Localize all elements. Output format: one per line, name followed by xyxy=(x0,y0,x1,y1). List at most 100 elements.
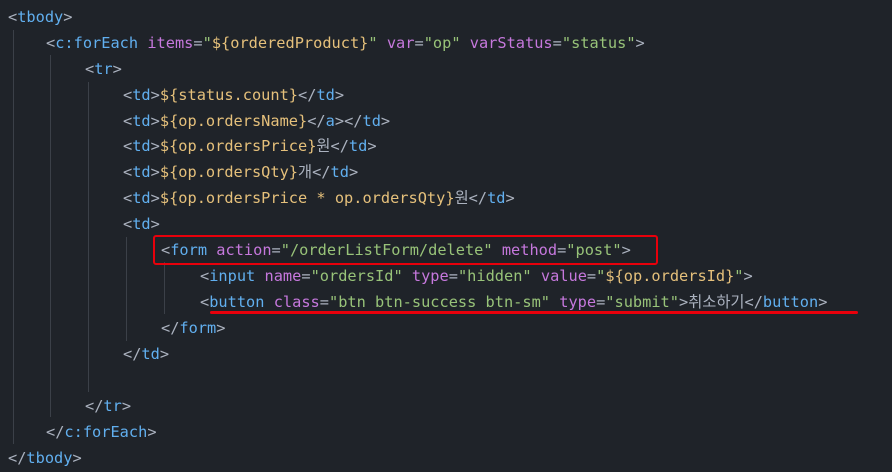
code-token-punct: > xyxy=(112,60,122,78)
code-token-tag: tr xyxy=(103,397,122,415)
code-token-punct: > xyxy=(367,137,377,155)
code-token-punct xyxy=(550,293,559,311)
code-token-str: "op" xyxy=(423,34,461,52)
code-token-tag: a xyxy=(325,112,335,130)
code-token-punct: </ xyxy=(46,423,65,441)
code-line[interactable]: <td>${op.ordersQty}개</td> xyxy=(123,159,358,185)
code-token-tag: td xyxy=(487,189,506,207)
code-token-punct xyxy=(255,267,264,285)
code-token-punct: > xyxy=(150,163,160,181)
code-line[interactable]: </tbody> xyxy=(8,445,82,471)
code-token-str: "hidden" xyxy=(457,267,532,285)
code-token-expr: ${orderedProduct} xyxy=(211,34,369,52)
code-token-punct: = xyxy=(193,34,203,52)
code-line[interactable]: <tr> xyxy=(85,56,122,82)
code-token-tag: td xyxy=(141,345,160,363)
code-token-punct: = xyxy=(319,293,329,311)
code-token-punct: < xyxy=(200,293,210,311)
code-token-punct: > xyxy=(72,449,82,467)
code-line[interactable]: </c:forEach> xyxy=(46,419,157,445)
code-token-tag: td xyxy=(362,112,381,130)
code-token-punct: > xyxy=(334,86,345,104)
code-token-expr: ${op.ordersPrice} xyxy=(159,137,317,155)
code-line[interactable]: <td>${op.ordersPrice}원</td> xyxy=(123,133,377,159)
code-token-attr: items xyxy=(147,34,194,52)
code-token-attr: class xyxy=(273,293,320,311)
code-token-punct: < xyxy=(123,112,133,130)
code-token-punct: </ xyxy=(85,397,104,415)
code-token-punct: > xyxy=(150,86,160,104)
code-token-punct: > xyxy=(159,345,170,363)
code-token-punct: > xyxy=(348,163,359,181)
code-token-punct: = xyxy=(414,34,424,52)
code-line[interactable]: <td>${op.ordersPrice * op.ordersQty}원</t… xyxy=(123,185,515,211)
code-token-punct: = xyxy=(552,34,562,52)
code-line[interactable]: </tr> xyxy=(85,393,131,419)
code-token-punct: > xyxy=(147,423,157,441)
code-token-attr: type xyxy=(559,293,597,311)
code-token-str: "ordersId" xyxy=(310,267,403,285)
code-token-tag: td xyxy=(348,137,368,155)
code-token-punct: </ xyxy=(330,137,349,155)
code-token-punct: < xyxy=(8,8,18,26)
code-token-punct: </ xyxy=(298,86,317,104)
code-token-tag: td xyxy=(132,189,151,207)
code-token-attr: name xyxy=(264,267,302,285)
code-token-punct: > xyxy=(635,34,645,52)
indent-guide xyxy=(88,82,89,392)
code-token-expr: ${status.count} xyxy=(159,86,299,104)
code-token-punct: </ xyxy=(307,112,326,130)
code-token-attr: varStatus xyxy=(469,34,553,52)
code-line[interactable]: <tbody> xyxy=(8,4,73,30)
code-token-punct xyxy=(138,34,147,52)
code-token-tag: button xyxy=(762,293,819,311)
code-token-expr: ${op.ordersPrice * op.ordersQty} xyxy=(159,189,455,207)
code-token-tag: tbody xyxy=(26,449,73,467)
code-token-punct: = xyxy=(586,267,597,285)
code-token-tag: tr xyxy=(94,60,113,78)
code-token-punct: < xyxy=(46,34,56,52)
code-line[interactable]: <td> xyxy=(123,211,160,237)
code-token-punct: > xyxy=(150,215,160,233)
code-token-str: " xyxy=(596,267,606,285)
code-token-tag: c:forEach xyxy=(55,34,139,52)
code-line[interactable]: <input name="ordersId" type="hidden" val… xyxy=(200,263,753,289)
code-token-tag: tbody xyxy=(17,8,64,26)
code-token-punct: > xyxy=(63,8,73,26)
code-token-punct: > xyxy=(380,112,391,130)
code-line[interactable]: </form> xyxy=(161,315,225,341)
code-token-punct: ></ xyxy=(334,112,363,130)
code-token-text: 원 xyxy=(454,189,469,207)
code-token-attr: var xyxy=(386,34,415,52)
code-token-punct: = xyxy=(596,293,606,311)
code-token-punct: < xyxy=(123,86,133,104)
code-editor[interactable]: <tbody> <c:forEach items="${orderedProdu… xyxy=(0,0,892,472)
code-token-expr: ${op.ordersQty} xyxy=(159,163,299,181)
code-line[interactable]: </td> xyxy=(123,341,169,367)
code-token-tag: form xyxy=(179,319,217,337)
code-token-str: " xyxy=(368,34,378,52)
indent-guide xyxy=(50,55,51,417)
code-token-str: " xyxy=(734,267,744,285)
code-token-punct: > xyxy=(216,319,226,337)
code-line[interactable]: <td>${status.count}</td> xyxy=(123,82,344,108)
code-line[interactable]: <td>${op.ordersName}</a></td> xyxy=(123,108,390,134)
code-token-punct: = xyxy=(301,267,311,285)
form-highlight-box xyxy=(153,235,658,265)
code-token-tag: td xyxy=(330,163,349,181)
code-token-punct: > xyxy=(743,267,753,285)
code-token-str: "status" xyxy=(561,34,636,52)
code-token-punct: < xyxy=(123,189,133,207)
code-token-tag: td xyxy=(132,163,151,181)
code-token-punct: > xyxy=(121,397,132,415)
code-token-tag: td xyxy=(132,215,151,233)
code-token-punct: < xyxy=(123,215,133,233)
code-token-punct: > xyxy=(150,137,160,155)
code-token-punct: </ xyxy=(468,189,488,207)
code-line[interactable]: <c:forEach items="${orderedProduct}" var… xyxy=(46,30,645,56)
code-token-tag: td xyxy=(316,86,335,104)
code-token-str: "submit" xyxy=(605,293,679,311)
code-token-punct: </ xyxy=(123,345,142,363)
code-token-punct xyxy=(378,34,387,52)
code-token-punct: </ xyxy=(744,293,763,311)
